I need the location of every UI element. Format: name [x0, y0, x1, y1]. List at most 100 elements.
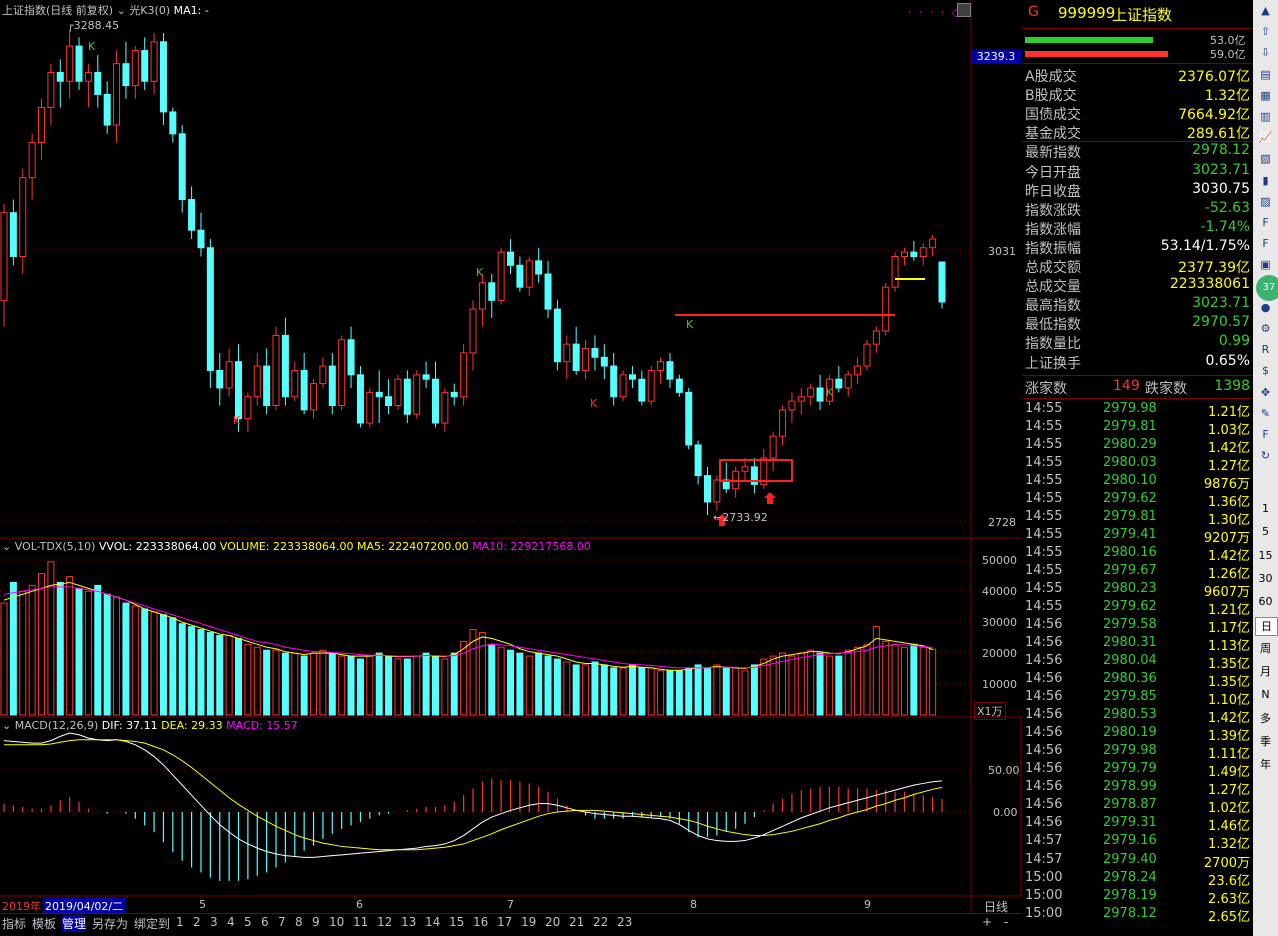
kline-chart-area[interactable]: K K K K K K — [0, 0, 1022, 936]
settings-icon[interactable]: ⚙ — [1255, 320, 1276, 337]
list-icon[interactable]: ▥ — [1255, 108, 1276, 125]
candle-body — [591, 348, 599, 358]
period-button[interactable]: 5 — [1255, 523, 1276, 540]
tick-price: 2980.31 — [1103, 635, 1157, 651]
table-icon[interactable]: ▧ — [1255, 150, 1276, 167]
volume-bar — [319, 649, 327, 716]
tab-page-21[interactable]: 21 — [569, 915, 584, 929]
f10-icon[interactable]: F — [1255, 214, 1276, 231]
chart-title: 上证指数(日线 前复权) — [2, 4, 114, 17]
dropdown-icon[interactable]: ⌄ — [2, 540, 11, 553]
volume-bar — [263, 649, 271, 716]
rsi-icon[interactable]: R — [1255, 341, 1276, 358]
tab-page-14[interactable]: 14 — [425, 915, 440, 929]
tick-row: 14:56 2978.99 1.27亿 — [1025, 779, 1250, 798]
period-button[interactable]: 1 — [1255, 500, 1276, 517]
zoom-out-button[interactable]: - — [1004, 915, 1008, 929]
tab-page-11[interactable]: 11 — [353, 915, 368, 929]
tab-模板[interactable]: 模板 — [32, 915, 56, 932]
candle-body — [488, 282, 496, 301]
dollar-icon[interactable]: $ — [1255, 362, 1276, 379]
fs-box-icon[interactable]: F — [1255, 426, 1276, 443]
tab-page-4[interactable]: 4 — [227, 915, 235, 929]
tab-page-19[interactable]: 19 — [521, 915, 536, 929]
arrow-up-icon[interactable]: ⇧ — [1255, 23, 1276, 40]
quote-label: 国债成交 — [1025, 107, 1081, 124]
layout-icon[interactable]: ▨ — [1255, 193, 1276, 210]
candle-body — [835, 378, 843, 389]
tick-row: 14:55 2980.16 1.42亿 — [1025, 545, 1250, 564]
period-button[interactable]: 周 — [1255, 640, 1276, 657]
candle-body — [328, 365, 336, 407]
candles-icon[interactable]: ▮ — [1255, 172, 1276, 189]
grid-icon[interactable]: ▦ — [1255, 87, 1276, 104]
macd-title[interactable]: MACD(12,26,9) — [15, 719, 99, 732]
tab-page-13[interactable]: 13 — [401, 915, 416, 929]
tab-page-7[interactable]: 7 — [278, 915, 286, 929]
tab-page-10[interactable]: 10 — [329, 915, 344, 929]
badge-icon[interactable]: ● — [1255, 299, 1276, 316]
tab-page-8[interactable]: 8 — [295, 915, 303, 929]
period-button[interactable]: 15 — [1255, 547, 1276, 564]
tab-绑定到[interactable]: 绑定到 — [134, 915, 170, 932]
period-button[interactable]: 年 — [1255, 756, 1276, 773]
arrow-down-icon[interactable]: ⇩ — [1255, 44, 1276, 61]
quote-label: 指数振幅 — [1025, 240, 1081, 257]
period-button[interactable]: 多 — [1255, 710, 1276, 727]
scroll-up-icon[interactable]: ▲ — [1255, 2, 1276, 19]
month-label-6: 6 — [356, 898, 363, 911]
tick-time: 14:56 — [1025, 635, 1063, 651]
panel-toggle-button[interactable] — [957, 3, 971, 17]
macd-series — [3, 732, 943, 881]
tab-page-1[interactable]: 1 — [176, 915, 184, 929]
notification-badge[interactable]: 37 — [1256, 275, 1278, 301]
tab-另存为[interactable]: 另存为 — [92, 915, 128, 932]
f10-menu-icon[interactable]: ▣ — [1255, 256, 1276, 273]
tab-指标[interactable]: 指标 — [2, 915, 26, 932]
candle-body — [272, 334, 280, 407]
refresh-icon[interactable]: ↻ — [1255, 447, 1276, 464]
indicator-name[interactable]: 光K3(0) — [129, 4, 170, 17]
tick-price: 2980.19 — [1103, 725, 1157, 741]
chart-icon[interactable]: 📈 — [1255, 129, 1276, 146]
period-button[interactable]: N — [1255, 686, 1276, 703]
tab-page-12[interactable]: 12 — [377, 915, 392, 929]
tab-page-16[interactable]: 16 — [473, 915, 488, 929]
period-button[interactable]: 月 — [1255, 663, 1276, 680]
volume-bar — [722, 667, 730, 716]
fs-icon[interactable]: F — [1255, 235, 1276, 252]
dea-value: DEA: 29.33 — [161, 719, 223, 732]
period-button[interactable]: 30 — [1255, 570, 1276, 587]
zoom-in-button[interactable]: + — [982, 915, 992, 929]
candle-body — [797, 396, 805, 402]
pen-icon[interactable]: ✎ — [1255, 405, 1276, 422]
tab-page-6[interactable]: 6 — [261, 915, 269, 929]
volume-title[interactable]: VOL-TDX(5,10) — [15, 540, 96, 553]
candle-body — [704, 475, 711, 503]
tab-page-2[interactable]: 2 — [193, 915, 201, 929]
report-icon[interactable]: ▤ — [1255, 66, 1276, 83]
tab-page-9[interactable]: 9 — [312, 915, 320, 929]
period-button[interactable]: 季 — [1255, 733, 1276, 750]
tab-管理[interactable]: 管理 — [62, 915, 87, 932]
dropdown-icon[interactable]: ⌄ — [2, 719, 11, 732]
tab-page-22[interactable]: 22 — [593, 915, 608, 929]
tick-row: 15:00 2978.19 2.63亿 — [1025, 888, 1250, 907]
tick-time: 14:55 — [1025, 419, 1063, 435]
volume-bar — [197, 629, 205, 716]
tab-page-23[interactable]: 23 — [617, 915, 632, 929]
quote-value: 0.99 — [1218, 333, 1250, 350]
volume-bar — [356, 658, 364, 716]
move-icon[interactable]: ✥ — [1255, 384, 1276, 401]
tab-page-15[interactable]: 15 — [449, 915, 464, 929]
period-button[interactable]: 60 — [1255, 593, 1276, 610]
dropdown-icon[interactable]: ⌄ — [117, 4, 126, 17]
tab-page-17[interactable]: 17 — [497, 915, 512, 929]
candle-body — [188, 199, 196, 231]
candle-body — [516, 264, 524, 288]
period-button[interactable]: 日 — [1255, 616, 1278, 636]
tab-page-20[interactable]: 20 — [545, 915, 560, 929]
tab-page-3[interactable]: 3 — [210, 915, 218, 929]
volume-bar — [478, 632, 486, 716]
tab-page-5[interactable]: 5 — [244, 915, 252, 929]
